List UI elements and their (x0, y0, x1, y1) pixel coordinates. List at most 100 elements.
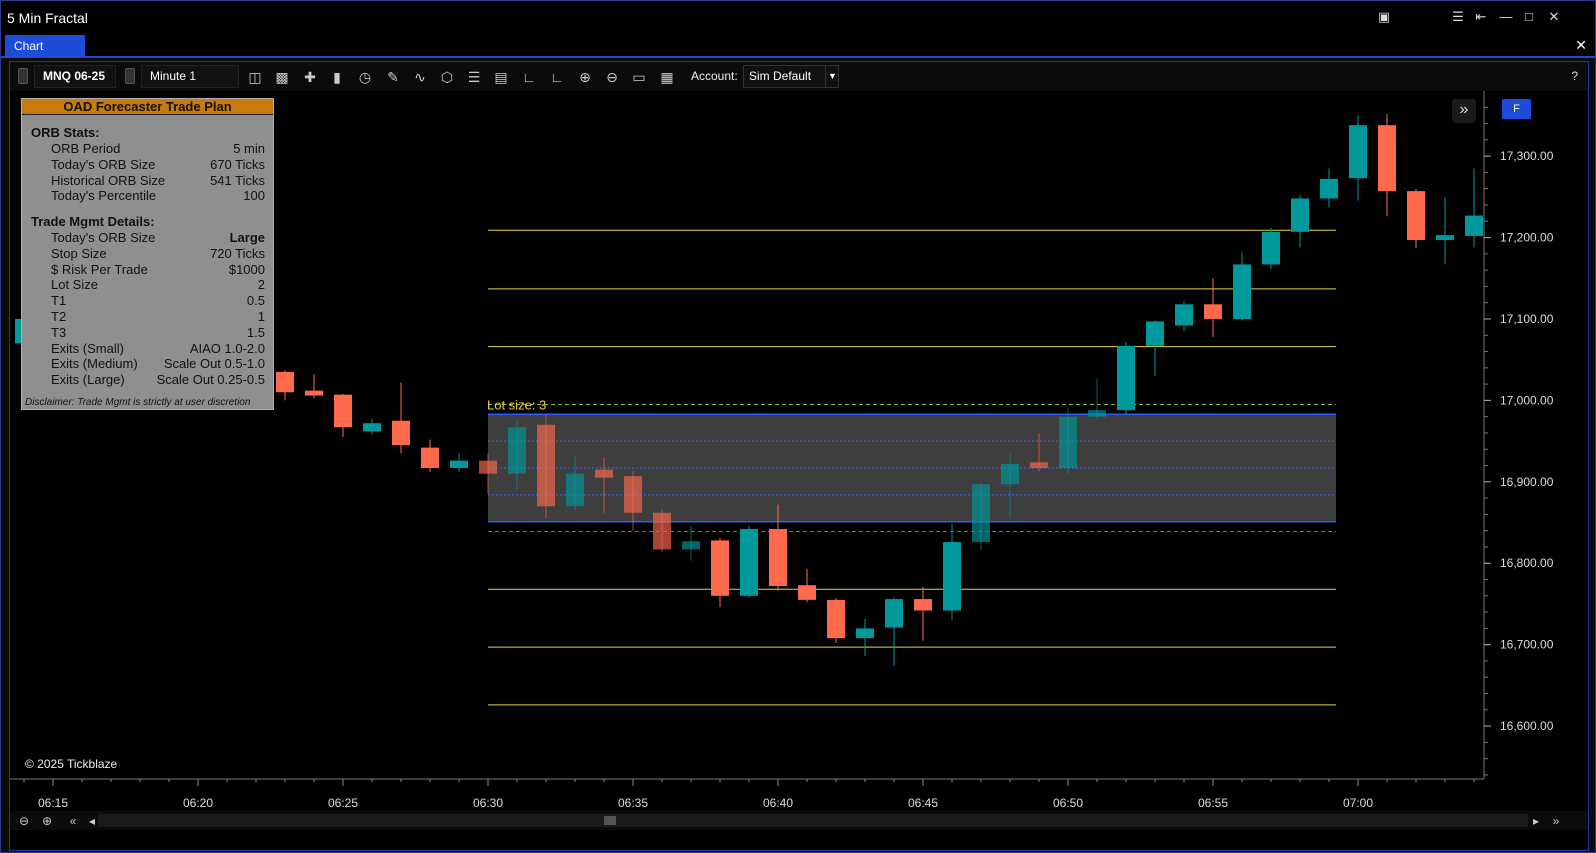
time-tick-label: 06:20 (183, 796, 213, 810)
row-value: 1 (257, 309, 265, 324)
panel-row: Stop Size 720 Ticks (51, 246, 265, 261)
instrument-link-icon[interactable] (18, 68, 28, 84)
account-value: Sim Default (749, 69, 812, 83)
expand-panel-button[interactable]: » (1452, 99, 1476, 123)
minimize-icon[interactable]: — (1498, 9, 1514, 25)
tab-chart[interactable]: Chart (5, 35, 85, 58)
row-value: Scale Out 0.25-0.5 (156, 372, 265, 388)
price-tick-label: 17,100.00 (1500, 312, 1554, 326)
candle-body (1349, 125, 1367, 179)
close-window-icon[interactable]: ✕ (1546, 9, 1562, 25)
time-tick-label: 06:35 (618, 796, 648, 810)
window-title: 5 Min Fractal (7, 9, 88, 26)
close-tab-icon[interactable]: ✕ (1575, 37, 1587, 54)
price-tick-label: 16,700.00 (1500, 638, 1554, 652)
candle-body (1436, 235, 1454, 240)
candle-body (537, 424, 555, 507)
candle-body (392, 420, 410, 446)
interval-selector[interactable]: Minute 1 (141, 65, 239, 88)
chart-toolbar: MNQ 06-25 Minute 1 ◫ ▩ ✚ ▮ ◷ ✎ ∿ ⬡ ☰ ▤ ∟… (10, 62, 1588, 91)
panel-row: Exits (Medium) Scale Out 0.5-1.0 (51, 356, 265, 371)
zoom-in-icon[interactable]: ⊕ (39, 813, 55, 829)
candle-body (1378, 125, 1396, 192)
candle-body (1233, 264, 1251, 319)
row-key: Historical ORB Size (51, 172, 166, 188)
row-key: T2 (51, 309, 67, 324)
row-value: 720 Ticks (210, 245, 265, 261)
save-icon[interactable]: ▦ (658, 68, 676, 86)
scroll-right-icon[interactable]: ▸ (1528, 813, 1544, 829)
candle-body (1262, 231, 1280, 265)
price-tick-label: 16,900.00 (1500, 475, 1554, 489)
interval-link-icon[interactable] (125, 68, 135, 84)
bar-type-icon[interactable]: ◫ (246, 68, 264, 86)
chart-style-icon[interactable]: ▩ (273, 68, 291, 86)
candle-body (711, 540, 729, 596)
candle-body (1001, 463, 1019, 485)
row-key: ORB Period (51, 141, 121, 156)
candle-body (334, 394, 352, 428)
draw-icon[interactable]: ✎ (384, 68, 402, 86)
candle-body (914, 599, 932, 611)
axis2-icon[interactable]: ∟ (548, 68, 566, 86)
candle-body (653, 512, 671, 550)
price-tick-label: 17,000.00 (1500, 393, 1554, 407)
row-key: Stop Size (51, 245, 107, 261)
row-value: 0.5 (246, 293, 265, 309)
trade-plan-panel: OAD Forecaster Trade Plan ORB Stats: ORB… (21, 98, 274, 410)
row-value: 541 Ticks (210, 172, 265, 188)
crosshair-icon[interactable]: ✚ (301, 68, 319, 86)
candle-body (972, 484, 990, 543)
chevron-down-icon[interactable]: ▼ (825, 66, 839, 87)
candle-body (1465, 215, 1483, 236)
open-folder-icon[interactable]: ▭ (630, 68, 648, 86)
zoom-in-icon[interactable]: ⊕ (576, 68, 594, 86)
time-tick-label: 06:55 (1198, 796, 1228, 810)
copyright-text: © 2025 Tickblaze (25, 757, 118, 771)
scroll-start-icon[interactable]: « (65, 813, 81, 829)
indicator-icon[interactable]: ∿ (411, 68, 429, 86)
candle-style-icon[interactable]: ▮ (328, 68, 346, 86)
candle-body (885, 599, 903, 628)
menu-icon[interactable]: ☰ (1450, 9, 1466, 25)
axis-icon[interactable]: ∟ (520, 68, 538, 86)
account-select[interactable]: Sim Default ▼ (743, 65, 839, 88)
data-box-icon[interactable]: ▤ (492, 68, 510, 86)
dock-icon[interactable]: ⇤ (1473, 9, 1489, 25)
candle-body (566, 473, 584, 507)
panel-row: Historical ORB Size 541 Ticks (51, 173, 265, 188)
maximize-icon[interactable]: □ (1521, 9, 1537, 25)
zoom-out-icon[interactable]: ⊖ (603, 68, 621, 86)
scrollbar-thumb[interactable] (604, 816, 616, 825)
time-icon[interactable]: ◷ (356, 68, 374, 86)
list-icon[interactable]: ☰ (465, 68, 483, 86)
time-tick-label: 06:45 (908, 796, 938, 810)
f-button[interactable]: F (1502, 99, 1531, 119)
row-value: Large (229, 230, 265, 245)
candle-body (827, 599, 845, 639)
object-icon[interactable]: ⬡ (438, 68, 456, 86)
time-tick-label: 06:25 (328, 796, 358, 810)
app-window: 5 Min Fractal ▣ ☰ ⇤ — □ ✕ Chart ✕ MNQ 06… (0, 0, 1596, 853)
row-key: Today's Percentile (51, 188, 157, 204)
candle-body (421, 447, 439, 468)
row-key: Exits (Medium) (51, 356, 138, 372)
instrument-selector[interactable]: MNQ 06-25 (34, 65, 116, 88)
bottom-scroll-bar: ⊖ ⊕ « ◂ ▸ » (10, 811, 1588, 830)
candle-body (769, 529, 787, 587)
zoom-out-icon[interactable]: ⊖ (16, 813, 32, 829)
panel-row: Exits (Large) Scale Out 0.25-0.5 (51, 372, 265, 387)
row-value: 2 (257, 277, 265, 293)
panel-row: Today's ORB Size 670 Ticks (51, 157, 265, 172)
row-key: Exits (Large) (51, 372, 125, 388)
link-icon[interactable]: ▣ (1376, 9, 1392, 25)
candle-body (450, 460, 468, 468)
mgmt-title: Trade Mgmt Details: (31, 214, 155, 229)
help-button[interactable]: ? (1571, 69, 1578, 83)
candle-body (624, 476, 642, 513)
scroll-end-icon[interactable]: » (1548, 813, 1564, 829)
scrollbar-track[interactable] (98, 814, 1528, 827)
panel-row: ORB Period 5 min (51, 141, 265, 156)
price-tick-label: 16,800.00 (1500, 556, 1554, 570)
panel-row: Today's ORB Size Large (51, 230, 265, 245)
